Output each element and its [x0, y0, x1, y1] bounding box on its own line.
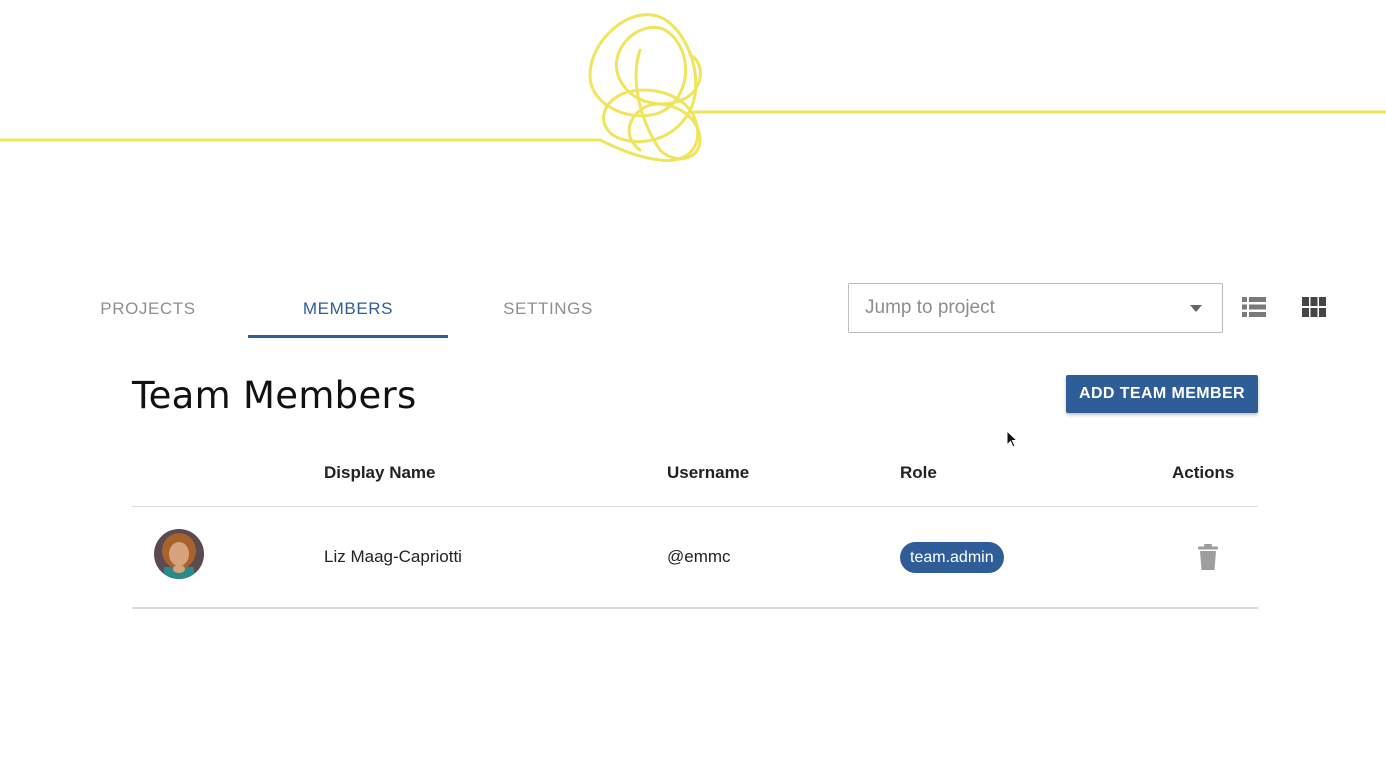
- list-view-icon[interactable]: [1242, 296, 1266, 318]
- member-username: @emmc: [667, 547, 731, 566]
- tab-settings[interactable]: SETTINGS: [448, 280, 648, 338]
- table-row: Liz Maag-Capriotti @emmc team.admin: [132, 507, 1258, 609]
- table-header: Display Name Username Role Actions: [132, 440, 1258, 507]
- grid-view-icon[interactable]: [1302, 296, 1326, 318]
- avatar: [154, 529, 204, 579]
- tab-members[interactable]: MEMBERS: [248, 280, 448, 338]
- jump-to-project-placeholder: Jump to project: [865, 297, 995, 318]
- members-table: Display Name Username Role Actions Liz M…: [132, 440, 1258, 609]
- column-header-username: Username: [667, 463, 750, 482]
- chevron-down-icon: [1190, 305, 1202, 312]
- tab-projects[interactable]: PROJECTS: [48, 280, 248, 338]
- column-header-role: Role: [900, 463, 937, 482]
- tab-bar: PROJECTS MEMBERS SETTINGS: [48, 280, 648, 338]
- add-team-member-button[interactable]: ADD TEAM MEMBER: [1066, 375, 1258, 413]
- page: PROJECTS MEMBERS SETTINGS Jump to projec…: [0, 0, 1386, 759]
- column-header-actions: Actions: [1172, 463, 1235, 482]
- column-header-display-name: Display Name: [324, 463, 436, 482]
- banner-scribble-decoration: [0, 13, 1386, 162]
- trash-icon[interactable]: [1198, 544, 1218, 570]
- member-display-name: Liz Maag-Capriotti: [324, 547, 462, 566]
- mouse-cursor-icon: [1006, 430, 1018, 448]
- jump-to-project-select[interactable]: Jump to project: [848, 283, 1223, 333]
- role-badge: team.admin: [900, 542, 1004, 573]
- page-title: Team Members: [132, 374, 417, 417]
